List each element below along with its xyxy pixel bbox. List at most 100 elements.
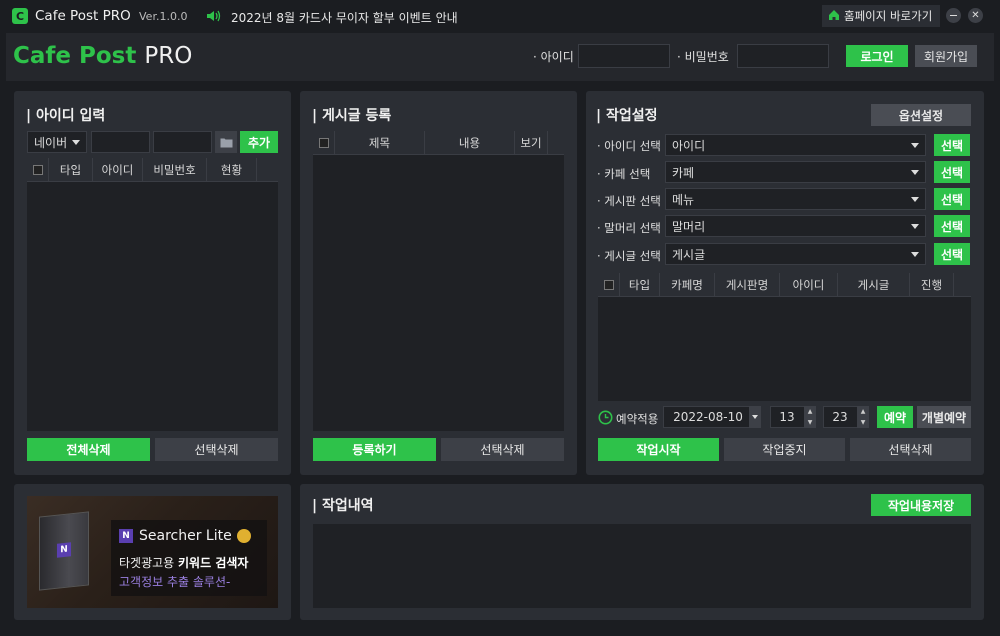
post-col-view: 보기 <box>515 131 548 154</box>
platform-select[interactable]: 네이버 <box>27 131 87 153</box>
board-select-label: · 게시판 선택 <box>597 194 661 208</box>
chevron-down-icon <box>911 169 919 175</box>
id-select[interactable]: 아이디 <box>665 134 926 156</box>
homepage-label: 홈페이지 바로가기 <box>844 9 933 23</box>
id-table-header: 타입 아이디 비밀번호 현황 <box>27 158 278 182</box>
chevron-up-icon: ▲ <box>807 408 813 415</box>
chevron-down-icon: ▼ <box>860 419 866 426</box>
chevron-down-icon <box>911 142 919 148</box>
id-panel-title: | 아이디 입력 <box>26 108 106 124</box>
post-table-body[interactable] <box>313 155 564 431</box>
options-button[interactable]: 옵션설정 <box>871 104 971 126</box>
work-table-header: 타입 카페명 게시판명 아이디 게시글 진행 <box>598 273 971 297</box>
id-input-panel: | 아이디 입력 네이버 추가 타입 아이디 비밀번호 현황 전체삭제 선택삭제 <box>14 91 291 475</box>
chevron-down-icon <box>911 196 919 202</box>
minimize-button[interactable] <box>946 8 961 23</box>
chevron-down-icon: ▼ <box>807 419 813 426</box>
id-col-id: 아이디 <box>93 158 143 181</box>
account-id-input[interactable] <box>91 131 150 153</box>
ad-line1-normal: 타겟광고용 <box>119 556 179 570</box>
log-textarea[interactable] <box>313 524 971 608</box>
home-icon <box>828 9 840 24</box>
schedule-label[interactable]: 예약적용 <box>616 411 658 427</box>
work-col-id: 아이디 <box>780 273 838 296</box>
work-table-body[interactable] <box>598 297 971 401</box>
post-select-value: 게시글 <box>672 247 706 262</box>
minute-value: 23 <box>832 410 848 424</box>
id-col-status: 현황 <box>207 158 257 181</box>
notice-text[interactable]: 2022년 8월 카드사 무이자 할부 이벤트 안내 <box>231 9 458 26</box>
register-post-button[interactable]: 등록하기 <box>313 438 436 461</box>
close-icon: ✕ <box>971 10 980 21</box>
post-delete-selected-button[interactable]: 선택삭제 <box>441 438 564 461</box>
searcher-lite-brand: N Searcher Lite <box>119 528 251 544</box>
minute-stepper-arrows[interactable]: ▲ ▼ <box>857 406 869 428</box>
id-select-all-checkbox[interactable] <box>32 164 43 175</box>
folder-icon <box>220 138 232 147</box>
login-button[interactable]: 로그인 <box>846 45 908 67</box>
work-col-post: 게시글 <box>838 273 910 296</box>
brand-name: Searcher Lite <box>139 528 232 544</box>
board-select-button[interactable]: 선택 <box>934 188 970 210</box>
schedule-date-picker[interactable]: 2022-08-10 <box>663 406 761 428</box>
title-bar: C Cafe Post PRO Ver.1.0.0 2022년 8월 카드사 무… <box>0 0 1000 32</box>
id-label: · 아이디 <box>533 50 574 64</box>
id-table-body[interactable] <box>27 182 278 431</box>
work-log-panel: | 작업내역 작업내용저장 <box>300 484 984 620</box>
delete-all-button[interactable]: 전체삭제 <box>27 438 150 461</box>
account-password-input[interactable] <box>153 131 212 153</box>
signup-button[interactable]: 회원가입 <box>915 45 977 67</box>
date-dropdown-button[interactable] <box>749 406 761 428</box>
post-table-header: 제목 내용 보기 <box>313 131 564 155</box>
homepage-button[interactable]: 홈페이지 바로가기 <box>822 5 940 27</box>
board-select[interactable]: 메뉴 <box>665 188 926 210</box>
chevron-down-icon <box>911 223 919 229</box>
post-col-content: 내용 <box>425 131 515 154</box>
open-file-button[interactable] <box>215 131 237 153</box>
speaker-icon <box>206 9 222 23</box>
ad-line1-bold: 키워드 검색자 <box>178 556 249 570</box>
board-select-value: 메뉴 <box>672 192 695 207</box>
chevron-down-icon <box>911 251 919 257</box>
id-delete-selected-button[interactable]: 선택삭제 <box>155 438 278 461</box>
work-delete-selected-button[interactable]: 선택삭제 <box>850 438 971 461</box>
cafe-select-value: 카페 <box>672 165 695 180</box>
header-bar: Cafe Post PRO · 아이디 · 비밀번호 로그인 회원가입 <box>6 33 994 81</box>
add-account-button[interactable]: 추가 <box>240 131 278 153</box>
clock-icon <box>598 410 613 425</box>
id-select-button[interactable]: 선택 <box>934 134 970 156</box>
id-select-label: · 아이디 선택 <box>597 139 661 153</box>
hour-stepper-arrows[interactable]: ▲ ▼ <box>804 406 816 428</box>
ad-banner[interactable]: N N Searcher Lite 타겟광고용 키워드 검색자 고객정보 추출 … <box>27 496 278 608</box>
prefix-select-button[interactable]: 선택 <box>934 215 970 237</box>
password-label: · 비밀번호 <box>677 50 729 64</box>
prefix-select-label: · 말머리 선택 <box>597 221 661 235</box>
close-button[interactable]: ✕ <box>968 8 983 23</box>
prefix-select[interactable]: 말머리 <box>665 215 926 237</box>
login-password-input[interactable] <box>737 44 829 68</box>
reserve-button[interactable]: 예약 <box>877 406 913 428</box>
ad-line2: 고객정보 추출 솔루션- <box>119 575 231 589</box>
start-work-button[interactable]: 작업시작 <box>598 438 719 461</box>
log-panel-title: | 작업내역 <box>312 498 374 514</box>
id-col-type: 타입 <box>49 158 93 181</box>
award-medal-icon <box>236 529 251 543</box>
cafe-select-button[interactable]: 선택 <box>934 161 970 183</box>
post-select-all-checkbox[interactable] <box>318 137 329 148</box>
work-panel-title: | 작업설정 <box>596 108 658 124</box>
work-select-all-checkbox[interactable] <box>603 279 614 290</box>
post-table-select-all-cell <box>313 131 335 154</box>
post-select[interactable]: 게시글 <box>665 243 926 265</box>
post-select-label: · 게시글 선택 <box>597 249 661 263</box>
save-log-button[interactable]: 작업내용저장 <box>871 494 971 516</box>
cafe-select[interactable]: 카페 <box>665 161 926 183</box>
stop-work-button[interactable]: 작업중지 <box>724 438 845 461</box>
individual-reserve-button[interactable]: 개별예약 <box>917 406 971 428</box>
brand-n-icon: N <box>119 529 133 543</box>
product-box-logo: N <box>57 542 71 558</box>
post-select-button[interactable]: 선택 <box>934 243 970 265</box>
schedule-date-value: 2022-08-10 <box>673 410 743 424</box>
login-id-input[interactable] <box>578 44 670 68</box>
hour-value: 13 <box>779 410 795 424</box>
app-logo-icon: C <box>12 8 28 24</box>
